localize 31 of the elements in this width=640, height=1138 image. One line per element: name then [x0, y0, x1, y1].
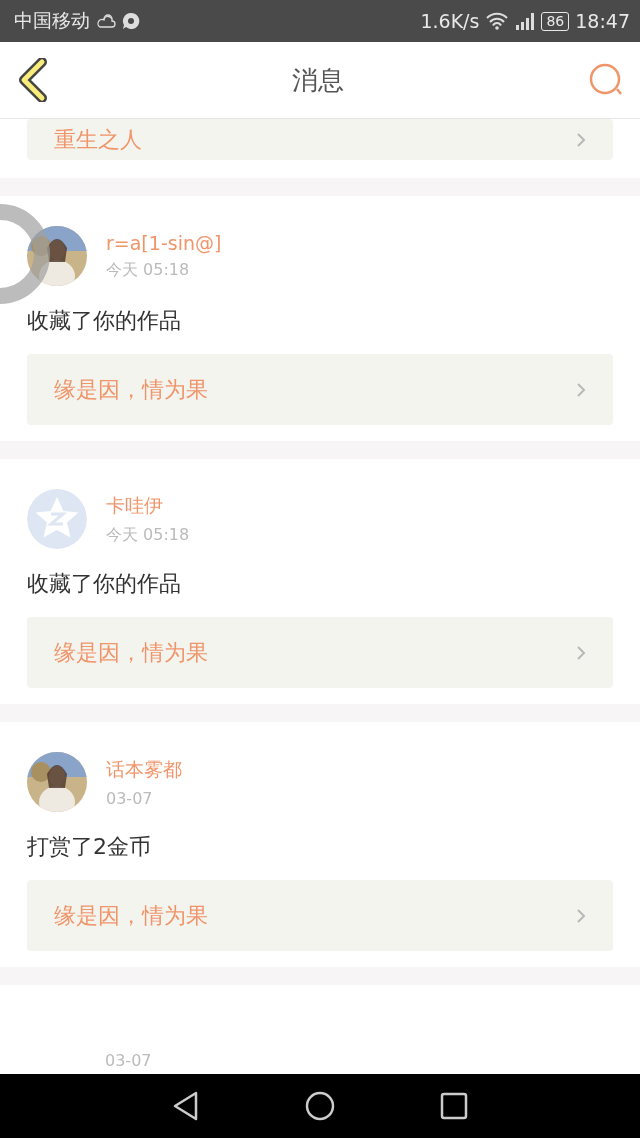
signal-icon [515, 12, 536, 30]
chat-icon [122, 12, 140, 30]
chevron-icon [576, 381, 586, 398]
chevron-icon [576, 131, 586, 148]
back-button[interactable] [16, 58, 48, 102]
chevron-icon [576, 907, 586, 924]
work-link[interactable]: 缘是因，情为果 [27, 354, 613, 425]
message-time: 03-07 [106, 788, 154, 808]
wifi-icon [485, 12, 510, 30]
message-time: 03-07 [105, 1051, 152, 1070]
default-avatar-icon [27, 489, 87, 549]
message-text: 收藏了你的作品 [27, 570, 182, 598]
message-text: 打赏了2金币 [27, 833, 152, 861]
network-speed: 1.6K/s [420, 10, 480, 32]
weather-icon [96, 13, 116, 29]
carrier-name: 中国移动 [14, 8, 90, 33]
message-time: 今天 05:18 [106, 259, 191, 281]
work-link[interactable]: 重生之人 [27, 119, 613, 160]
clock: 18:47 [575, 10, 630, 32]
user-name[interactable]: 话本雾都 [106, 756, 182, 783]
message-text: 收藏了你的作品 [27, 307, 182, 335]
message-time: 今天 05:18 [106, 524, 190, 546]
user-name[interactable]: r=a[1-sin@] [106, 231, 222, 254]
work-link[interactable]: 缘是因，情为果 [27, 880, 613, 951]
user-name[interactable]: 卡哇伊 [106, 492, 190, 519]
home-nav-icon[interactable] [305, 1091, 335, 1121]
battery-level: 86 [541, 11, 570, 31]
page-title: 消息 [292, 63, 344, 97]
chevron-icon [576, 644, 586, 661]
recents-nav-icon[interactable] [439, 1092, 468, 1120]
work-link[interactable]: 缘是因，情为果 [27, 617, 613, 688]
